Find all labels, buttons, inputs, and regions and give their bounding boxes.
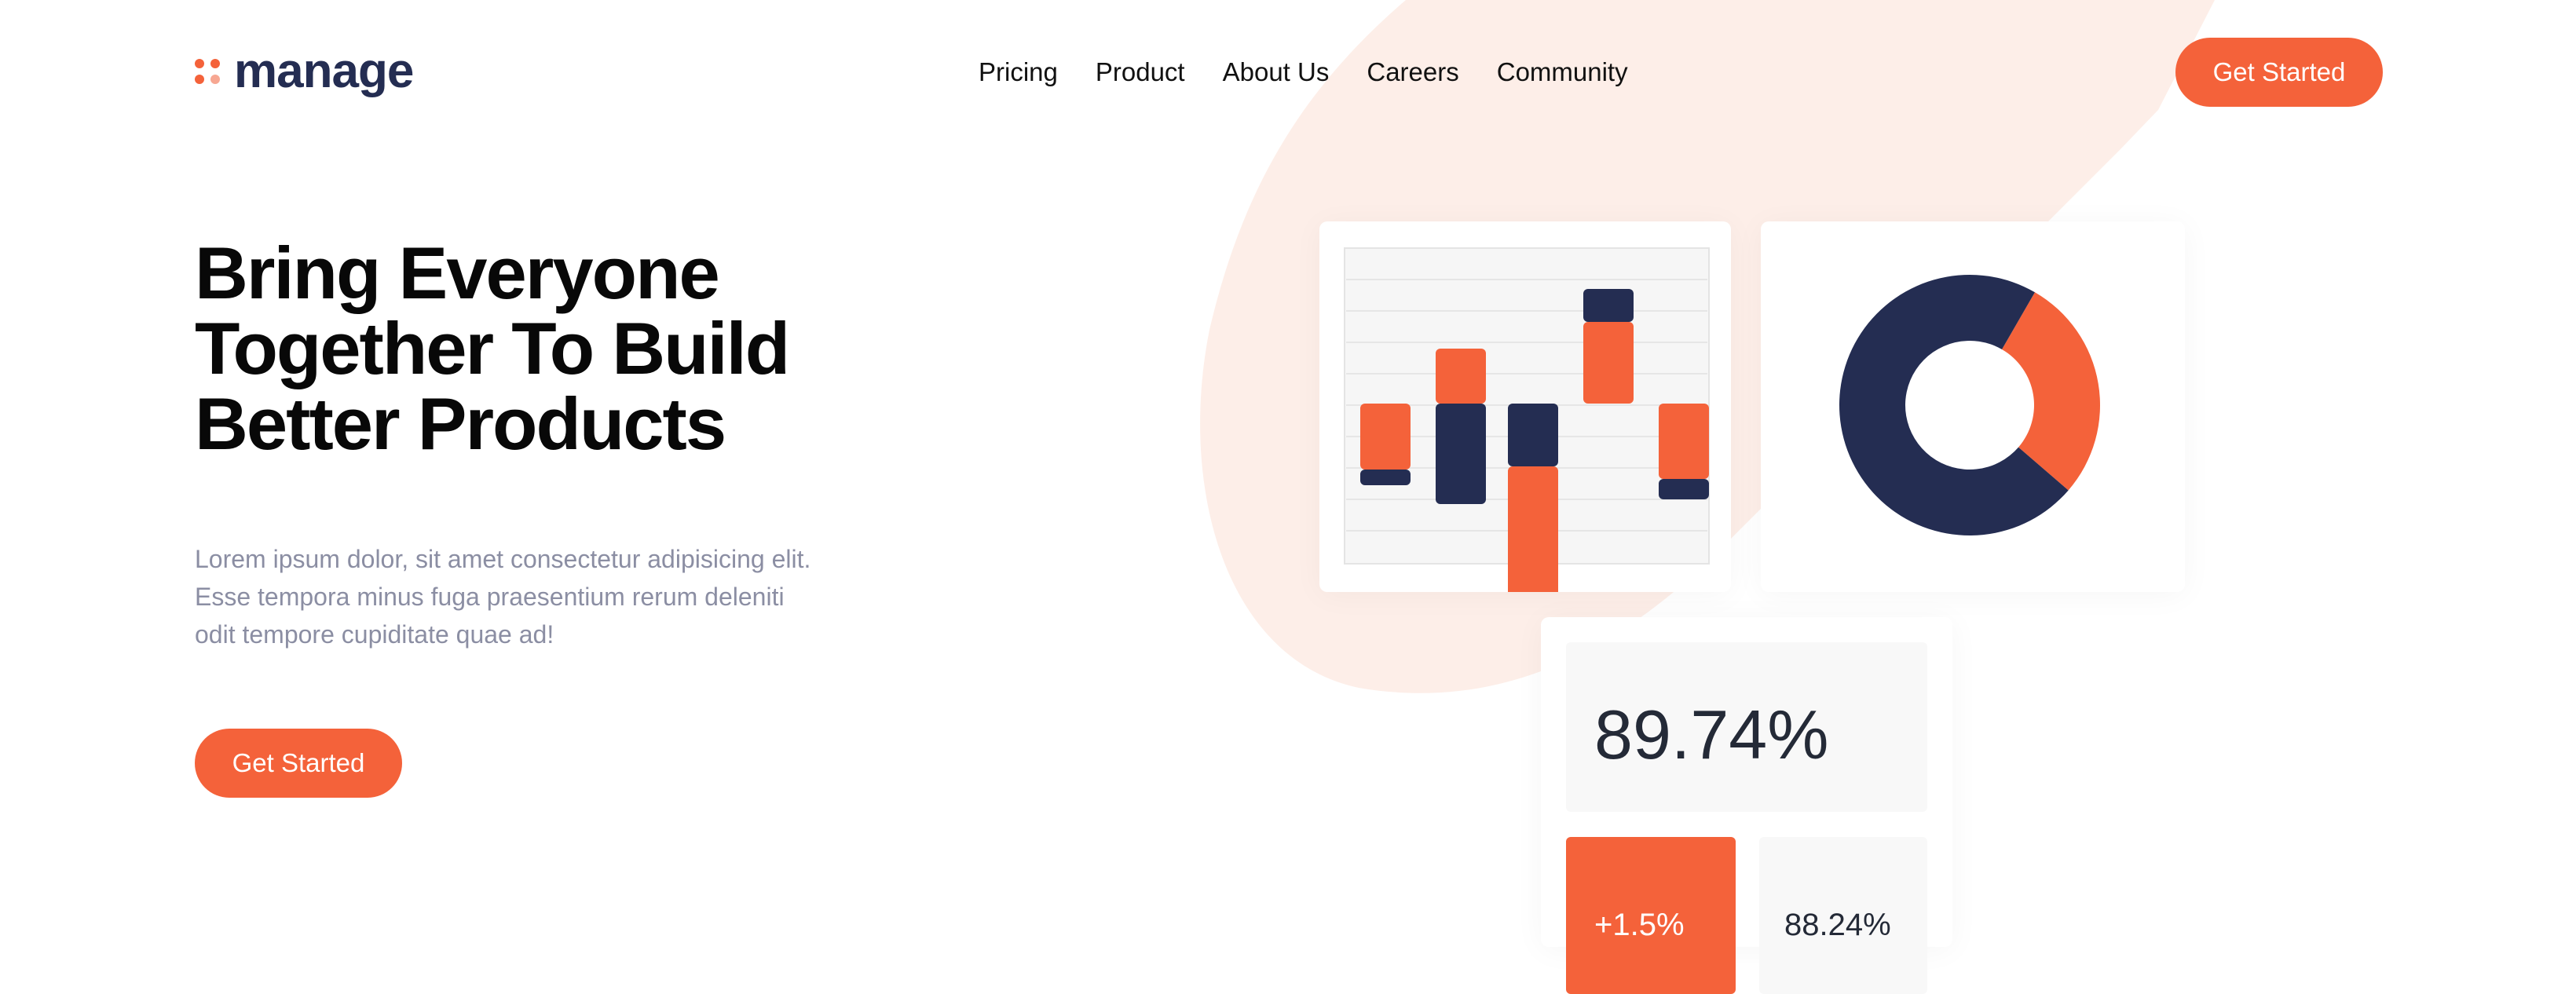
stat-secondary-value: 88.24% bbox=[1784, 908, 1891, 942]
nav-link-about-us[interactable]: About Us bbox=[1223, 57, 1330, 88]
stat-main-value: 89.74% bbox=[1594, 696, 1829, 773]
bar-3-segment-2 bbox=[1508, 404, 1558, 466]
nav-link-product[interactable]: Product bbox=[1096, 57, 1185, 88]
bar-2-segment-1 bbox=[1436, 349, 1486, 404]
bar-chart bbox=[1344, 247, 1710, 608]
hero-get-started-button[interactable]: Get Started bbox=[195, 729, 402, 798]
nav-link-community[interactable]: Community bbox=[1497, 57, 1628, 88]
nav-link-careers[interactable]: Careers bbox=[1367, 57, 1458, 88]
stats-card: 89.74% +1.5% 88.24% bbox=[1541, 617, 1952, 994]
donut-chart bbox=[1839, 275, 2100, 535]
stat-secondary-box: 88.24% bbox=[1759, 837, 1927, 994]
hero-description: Lorem ipsum dolor, sit amet consectetur … bbox=[195, 545, 811, 649]
bar-4-segment-1 bbox=[1583, 322, 1634, 404]
hero-title: Bring Everyone Together To Build Better … bbox=[195, 232, 790, 465]
bar-5-segment-1 bbox=[1659, 404, 1709, 479]
logo[interactable]: manage bbox=[195, 44, 414, 98]
site-header: manage Pricing Product About Us Careers … bbox=[0, 0, 2576, 149]
header-get-started-button[interactable]: Get Started bbox=[2175, 38, 2383, 107]
bar-1-segment-2 bbox=[1360, 470, 1411, 485]
nav-link-pricing[interactable]: Pricing bbox=[979, 57, 1058, 88]
stat-main-box: 89.74% bbox=[1566, 642, 1927, 812]
bar-chart-card bbox=[1319, 221, 1731, 608]
logo-mark-icon bbox=[195, 59, 220, 84]
donut-chart-card bbox=[1761, 221, 2185, 592]
bar-3-segment-1 bbox=[1508, 466, 1558, 608]
bar-1-segment-1 bbox=[1360, 404, 1411, 470]
bar-5-segment-2 bbox=[1659, 479, 1709, 499]
stat-change-value: +1.5% bbox=[1594, 908, 1685, 942]
logo-text: manage bbox=[234, 44, 414, 98]
stat-change-box: +1.5% bbox=[1566, 837, 1736, 994]
bar-2-segment-2 bbox=[1436, 404, 1486, 504]
bar-4-segment-2 bbox=[1583, 289, 1634, 322]
main-nav: Pricing Product About Us Careers Communi… bbox=[979, 57, 1666, 88]
